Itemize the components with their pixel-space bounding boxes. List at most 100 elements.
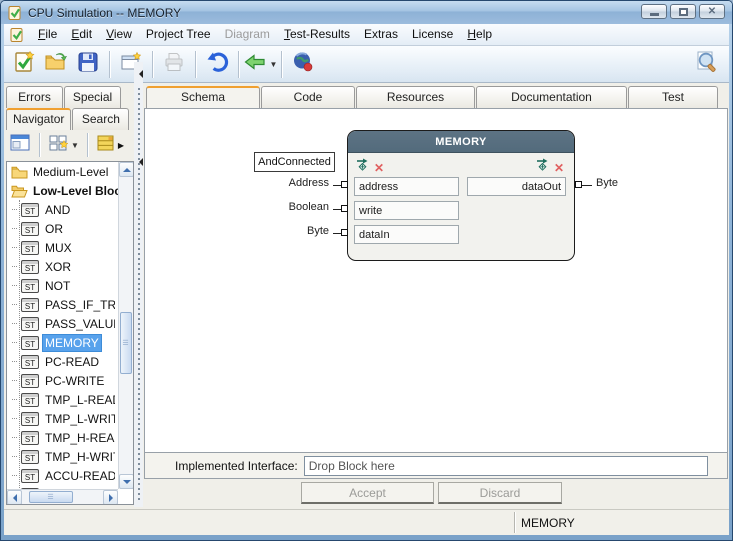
- tree-guide: [12, 247, 17, 248]
- vertical-scroll-thumb[interactable]: ☰: [120, 312, 132, 374]
- tree-item-pc-write[interactable]: STPC-WRITE: [7, 371, 118, 390]
- tree-item-pass-value[interactable]: STPASS_VALUE: [7, 314, 118, 333]
- nav-window-icon: [9, 133, 31, 158]
- tree-folder-medium-level[interactable]: Medium-Level: [7, 162, 118, 181]
- port-connector[interactable]: [341, 229, 348, 236]
- tab-special[interactable]: Special: [64, 86, 121, 108]
- output-port-dataout[interactable]: [467, 177, 566, 196]
- navigator-toolbar: ▼▶: [6, 131, 134, 159]
- tree-item-tmp-l-read[interactable]: STTMP_L-READ: [7, 390, 118, 409]
- tab-test[interactable]: Test: [628, 86, 718, 108]
- tab-documentation[interactable]: Documentation: [476, 86, 627, 108]
- tree-item-pc-read[interactable]: STPC-READ: [7, 352, 118, 371]
- zoom-button[interactable]: [691, 49, 723, 80]
- menu-item-help[interactable]: Help: [460, 24, 499, 45]
- input-port-write[interactable]: [354, 201, 459, 220]
- new-block-button[interactable]: ▼: [45, 132, 82, 158]
- splitter-collapse-icon-2[interactable]: [135, 158, 143, 166]
- menu-item-license[interactable]: License: [405, 24, 460, 45]
- table-view-button[interactable]: ▶: [93, 132, 127, 158]
- port-type-label: Boolean: [243, 201, 329, 213]
- tree-guide: [12, 399, 17, 400]
- block-title: MEMORY: [348, 131, 574, 153]
- tree-item-xor[interactable]: STXOR: [7, 257, 118, 276]
- menu-item-test-results[interactable]: Test-Results: [277, 24, 357, 45]
- input-port-address[interactable]: [354, 177, 459, 196]
- title-bar[interactable]: CPU Simulation -- MEMORY ✕: [1, 1, 732, 24]
- st-block-icon: ST: [21, 450, 39, 464]
- close-button[interactable]: ✕: [699, 4, 725, 19]
- menu-item-project-tree[interactable]: Project Tree: [139, 24, 218, 45]
- scroll-down-arrow[interactable]: [119, 474, 134, 489]
- menu-item-edit[interactable]: Edit: [64, 24, 99, 45]
- scroll-right-arrow[interactable]: [103, 490, 118, 505]
- back-button[interactable]: ▼: [244, 49, 276, 80]
- scroll-left-arrow[interactable]: [7, 490, 22, 505]
- toolbar-separator: [195, 51, 196, 78]
- delete-icon[interactable]: ✕: [374, 162, 384, 174]
- panel-splitter[interactable]: [134, 62, 143, 507]
- connect-icon[interactable]: [356, 158, 369, 177]
- tree-item-or[interactable]: STOR: [7, 219, 118, 238]
- tab-errors[interactable]: Errors: [6, 86, 63, 108]
- tree-item-memory[interactable]: STMEMORY: [7, 333, 118, 352]
- st-block-icon: ST: [21, 336, 39, 350]
- delete-icon-right[interactable]: ✕: [554, 162, 564, 174]
- horizontal-scroll-thumb[interactable]: ☰: [29, 491, 73, 503]
- accept-button[interactable]: Accept: [301, 482, 434, 504]
- toolbar-right: [691, 49, 723, 80]
- expand-arrow-icon[interactable]: ▶: [118, 141, 124, 150]
- maximize-button[interactable]: [670, 4, 696, 19]
- discard-button[interactable]: Discard: [438, 482, 562, 504]
- tree-horizontal-scrollbar[interactable]: ☰: [7, 489, 118, 504]
- tree-item-pass-if-true[interactable]: STPASS_IF_TRUE: [7, 295, 118, 314]
- colors-icon: [291, 50, 315, 79]
- tab-schema[interactable]: Schema: [146, 86, 260, 108]
- menu-bar: FileEditViewProject TreeDiagramTest-Resu…: [4, 24, 729, 46]
- back-icon: [243, 50, 269, 79]
- implemented-interface-input[interactable]: [304, 456, 708, 476]
- tree-item-tmp-h-read[interactable]: STTMP_H-READ: [7, 428, 118, 447]
- st-block-icon: ST: [21, 469, 39, 483]
- folder-open-icon: [11, 184, 28, 198]
- tab-navigator[interactable]: Navigator: [6, 108, 71, 130]
- port-connector[interactable]: [341, 205, 348, 212]
- left-tab-row-2: NavigatorSearch: [6, 108, 130, 130]
- undo-button[interactable]: [201, 49, 233, 80]
- input-port-datain[interactable]: [354, 225, 459, 244]
- print-button[interactable]: [158, 49, 190, 80]
- tree-item-accu-read[interactable]: STACCU-READ: [7, 466, 118, 485]
- port-connector[interactable]: [341, 181, 348, 188]
- tree-folder-low-level-blocks[interactable]: Low-Level Blocks: [7, 181, 118, 200]
- menu-item-file[interactable]: File: [31, 24, 64, 45]
- tree-vertical-scrollbar[interactable]: ☰: [118, 162, 133, 489]
- port-connector[interactable]: [575, 181, 582, 188]
- scroll-up-arrow[interactable]: [119, 162, 134, 177]
- colors-button[interactable]: [287, 49, 319, 80]
- tree-item-tmp-l-write[interactable]: STTMP_L-WRITE: [7, 409, 118, 428]
- tree-item-tmp-h-write[interactable]: STTMP_H-WRITE: [7, 447, 118, 466]
- menu-item-view[interactable]: View: [99, 24, 139, 45]
- st-block-icon: ST: [21, 355, 39, 369]
- tree-item-not[interactable]: STNOT: [7, 276, 118, 295]
- view-window-button[interactable]: [6, 132, 34, 158]
- menu-item-diagram[interactable]: Diagram: [218, 24, 277, 45]
- chevron-down-icon[interactable]: ▼: [270, 60, 278, 69]
- status-bar-text: MEMORY: [521, 516, 575, 530]
- print-icon: [162, 50, 186, 79]
- and-connected-label[interactable]: AndConnected: [254, 152, 335, 172]
- memory-block[interactable]: MEMORY ✕ ✕: [347, 130, 575, 261]
- minimize-button[interactable]: [641, 4, 667, 19]
- tree-item-mux[interactable]: STMUX: [7, 238, 118, 257]
- chevron-down-icon[interactable]: ▼: [71, 141, 79, 150]
- tree-guide: [12, 475, 17, 476]
- tab-code[interactable]: Code: [261, 86, 355, 108]
- menu-item-extras[interactable]: Extras: [357, 24, 405, 45]
- splitter-collapse-icon[interactable]: [135, 70, 143, 78]
- tree-item-and[interactable]: STAND: [7, 200, 118, 219]
- left-panel: ErrorsSpecial NavigatorSearch ▼▶ Medium-…: [4, 62, 137, 535]
- tree-guide: [12, 323, 17, 324]
- tab-search[interactable]: Search: [72, 108, 129, 130]
- tab-resources[interactable]: Resources: [356, 86, 475, 108]
- connect-icon-right[interactable]: [536, 158, 549, 177]
